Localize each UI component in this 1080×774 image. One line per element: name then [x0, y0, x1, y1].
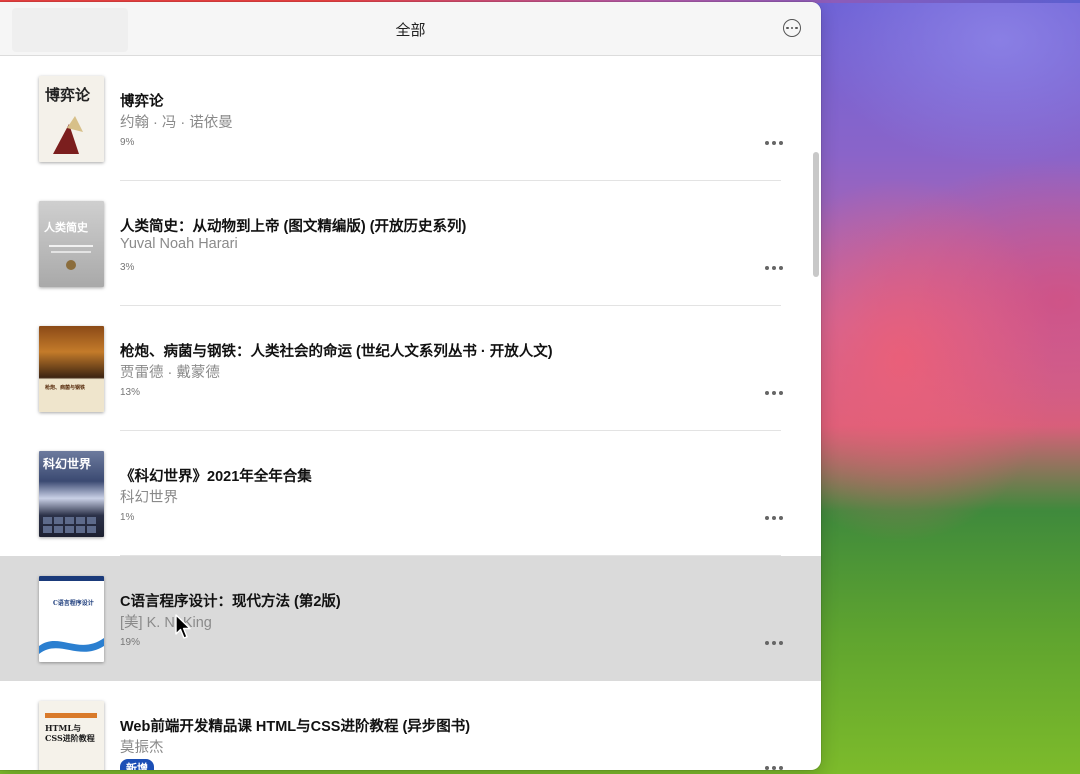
book-row-selected[interactable]: C语言程序设计 C语言程序设计：现代方法 (第2版) [美] K. N. Kin… [0, 556, 821, 681]
book-title: 枪炮、病菌与钢铁：人类社会的命运 (世纪人文系列丛书 · 开放人文) [120, 344, 553, 360]
row-more-icon[interactable] [765, 390, 783, 396]
book-row[interactable]: 枪炮、病菌与钢铁 枪炮、病菌与钢铁：人类社会的命运 (世纪人文系列丛书 · 开放… [0, 306, 821, 431]
row-more-icon[interactable] [765, 515, 783, 521]
books-window: 全部 博弈论 博弈论 约翰 · 冯 · 诺依曼 9% 人类简史 人类简史：从动物… [0, 2, 821, 770]
new-badge: 新增 [120, 759, 154, 770]
book-title: 人类简史：从动物到上帝 (图文精编版) (开放历史系列) [120, 219, 467, 235]
mouse-pointer-icon [175, 614, 191, 639]
book-row[interactable]: 人类简史 人类简史：从动物到上帝 (图文精编版) (开放历史系列) Yuval … [0, 181, 821, 306]
book-title: C语言程序设计：现代方法 (第2版) [120, 594, 341, 610]
book-author: Yuval Noah Harari [120, 236, 238, 252]
row-more-icon[interactable] [765, 140, 783, 146]
reading-progress: 3% [120, 262, 135, 273]
book-cover: HTML与CSS进阶教程 [39, 701, 104, 770]
scrollbar-thumb[interactable] [813, 152, 819, 277]
book-cover: 枪炮、病菌与钢铁 [39, 326, 104, 412]
book-title: 博弈论 [120, 94, 164, 110]
book-author: [美] K. N. King [120, 615, 212, 631]
book-cover: 人类简史 [39, 201, 104, 287]
cover-title-text: 枪炮、病菌与钢铁 [45, 385, 86, 391]
book-list: 博弈论 博弈论 约翰 · 冯 · 诺依曼 9% 人类简史 人类简史：从动物到上帝… [0, 56, 821, 770]
row-more-icon[interactable] [765, 765, 783, 770]
book-row[interactable]: HTML与CSS进阶教程 Web前端开发精品课 HTML与CSS进阶教程 (异步… [0, 681, 821, 770]
more-options-icon[interactable] [783, 19, 801, 37]
row-more-icon[interactable] [765, 640, 783, 646]
reading-progress: 9% [120, 137, 135, 148]
book-cover: 博弈论 [39, 76, 104, 162]
reading-progress: 19% [120, 637, 141, 648]
row-more-icon[interactable] [765, 265, 783, 271]
book-title: 《科幻世界》2021年全年合集 [120, 469, 312, 485]
book-cover: C语言程序设计 [39, 576, 104, 662]
book-author: 科幻世界 [120, 490, 178, 506]
book-title: Web前端开发精品课 HTML与CSS进阶教程 (异步图书) [120, 719, 471, 735]
book-cover: 科幻世界 [39, 451, 104, 537]
reading-progress: 13% [120, 387, 141, 398]
window-title: 全部 [395, 22, 426, 39]
book-author: 贾雷德 · 戴蒙德 [120, 365, 220, 381]
title-bar: 全部 [0, 2, 821, 56]
book-row[interactable]: 科幻世界 《科幻世界》2021年全年合集 科幻世界 1% [0, 431, 821, 556]
book-author: 约翰 · 冯 · 诺依曼 [120, 115, 233, 131]
reading-progress: 1% [120, 512, 135, 523]
book-row[interactable]: 博弈论 博弈论 约翰 · 冯 · 诺依曼 9% [0, 56, 821, 181]
book-author: 莫振杰 [120, 740, 164, 756]
